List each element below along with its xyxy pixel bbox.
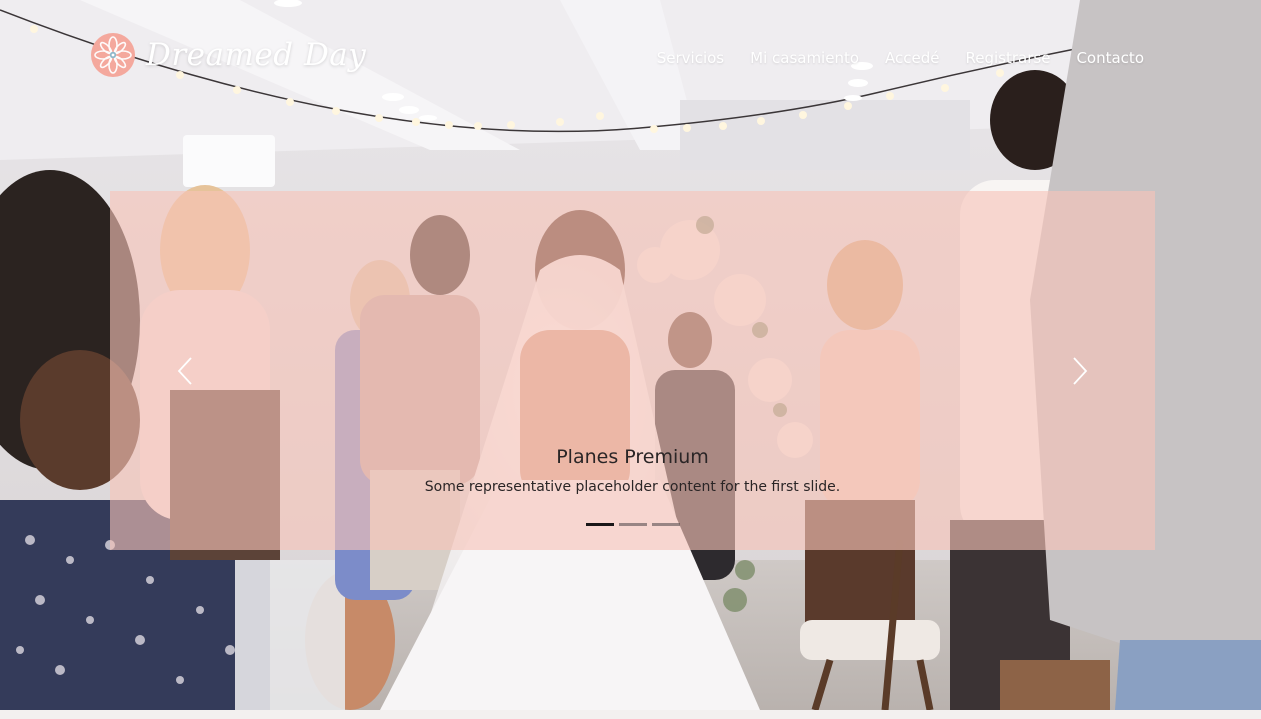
nav-link-accede[interactable]: Accedé <box>872 46 952 70</box>
nav-link-contacto[interactable]: Contacto <box>1063 46 1144 70</box>
carousel-caption: Planes Premium Some representative place… <box>260 445 1005 497</box>
chevron-right-icon <box>1073 356 1088 385</box>
page-bottom-strip <box>0 710 1261 719</box>
slide-text: Some representative placeholder content … <box>424 479 841 495</box>
carousel-next-button[interactable] <box>1005 191 1155 550</box>
flower-badge-icon <box>91 33 135 77</box>
carousel-prev-button[interactable] <box>110 191 260 550</box>
brand-name: Dreamed Day <box>146 37 367 73</box>
carousel-indicator-2[interactable] <box>618 523 647 526</box>
carousel: Planes Premium Some representative place… <box>110 191 1155 550</box>
navbar: Dreamed Day Servicios Mi casamiento Acce… <box>0 0 1261 116</box>
carousel-indicator-1[interactable] <box>585 523 614 526</box>
nav-link-mi-casamiento[interactable]: Mi casamiento <box>737 46 872 70</box>
carousel-indicators <box>110 523 1155 526</box>
slide-title: Planes Premium <box>556 446 709 468</box>
nav-link-registrarse[interactable]: Registrarse <box>953 46 1064 70</box>
carousel-indicator-3[interactable] <box>651 523 680 526</box>
nav-link-servicios[interactable]: Servicios <box>644 46 737 70</box>
brand-link[interactable]: Dreamed Day <box>90 31 366 79</box>
chevron-left-icon <box>177 356 192 385</box>
page: Dreamed Day Servicios Mi casamiento Acce… <box>0 0 1261 719</box>
nav-links: Servicios Mi casamiento Accedé Registrar… <box>644 46 1144 70</box>
